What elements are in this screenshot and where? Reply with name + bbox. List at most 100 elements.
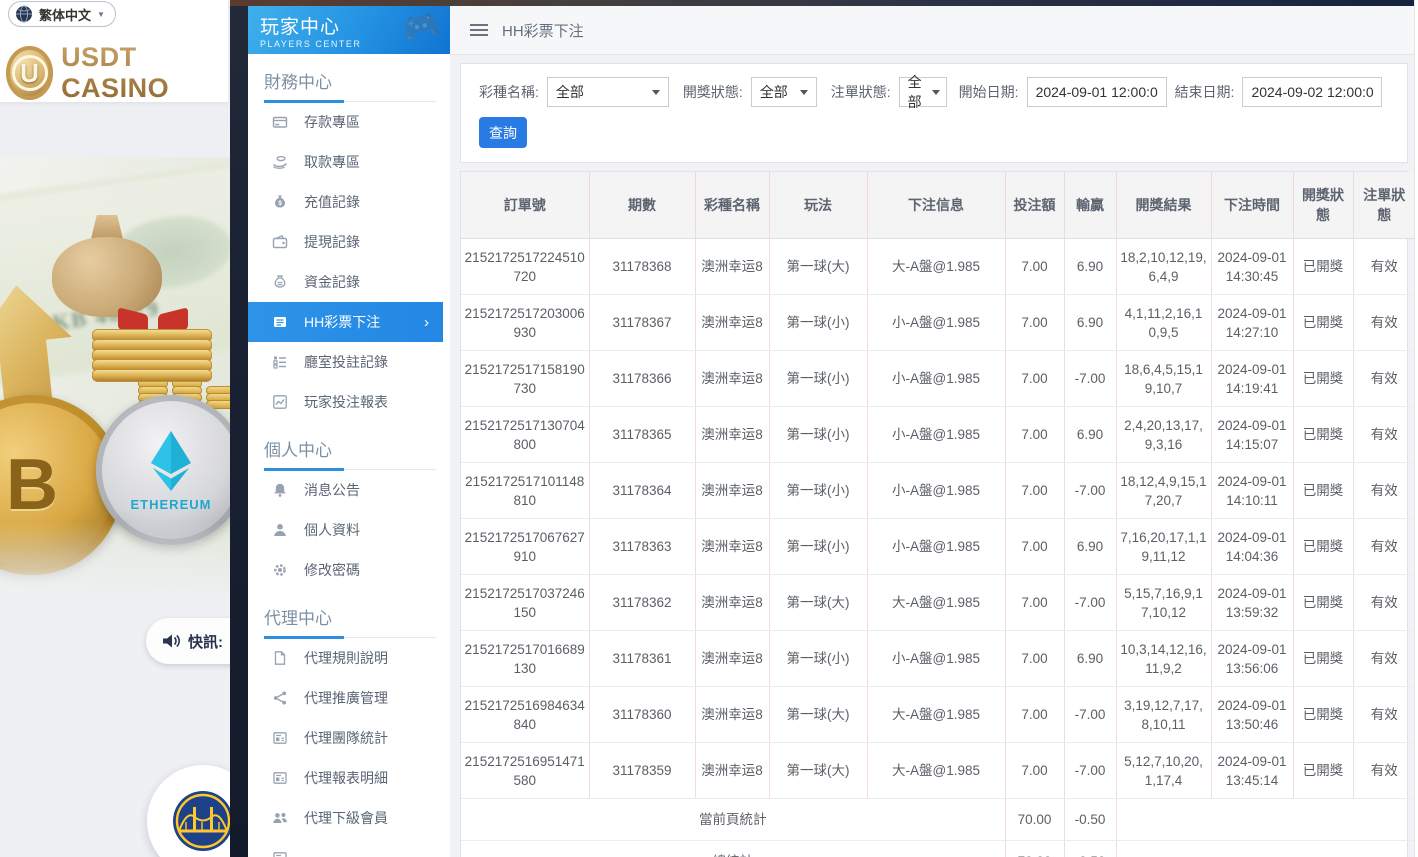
promo-photo: KB 46279 B ETHEREUM: [0, 157, 230, 612]
cell-play-type: 第一球(大): [769, 574, 868, 631]
cell-draw-result: 18,12,4,9,15,17,20,7: [1116, 462, 1212, 519]
room-bet-record-icon: [272, 354, 288, 370]
cell-order-status: 有效: [1353, 462, 1415, 519]
end-date-input[interactable]: [1242, 77, 1383, 107]
cell-order-status: 有效: [1353, 518, 1415, 575]
table-row: 2152172517224510720 31178368 澳洲幸运8 第一球(大) 大-…: [461, 238, 1415, 295]
column-header-order-status: 注單狀態: [1353, 172, 1415, 239]
cell-lottery-name: 澳洲幸运8: [695, 350, 770, 407]
cell-draw-result: 7,16,20,17,1,19,11,12: [1116, 518, 1212, 575]
cell-order-no: 2152172517158190730: [461, 350, 590, 407]
news-ticker[interactable]: 快訊:: [146, 618, 230, 664]
cell-draw-status: 已開獎: [1293, 350, 1354, 407]
sidebar-item-document[interactable]: 代理規則說明›: [248, 638, 450, 678]
sidebar-item-deposit-card[interactable]: 存款專區›: [248, 102, 450, 142]
cell-play-type: 第一球(小): [769, 630, 868, 687]
recharge-bag-icon: $: [272, 194, 288, 210]
cell-bet-amount: 7.00: [1005, 686, 1065, 743]
cell-win-loss: 6.90: [1064, 406, 1117, 463]
cell-win-loss: -7.00: [1064, 350, 1117, 407]
cell-win-loss: 6.90: [1064, 294, 1117, 351]
cell-bet-time: 2024-09-01 14:27:10: [1211, 294, 1294, 351]
globe-icon: [15, 5, 33, 23]
cell-bet-amount: 7.00: [1005, 462, 1065, 519]
sidebar-item-share[interactable]: 代理推廣管理›: [248, 678, 450, 718]
sidebar-item-report-detail[interactable]: 代理報表明細›: [248, 758, 450, 798]
cell-bet-time: 2024-09-01 14:15:07: [1211, 406, 1294, 463]
sidebar-item-bell[interactable]: 消息公告›: [248, 470, 450, 510]
cell-order-status: 有效: [1353, 574, 1415, 631]
left-promo-panel: 繁体中文 ▼ U USDT CASINO KB 46279: [0, 0, 230, 857]
summary-row: 總統計70.00-0.50: [461, 840, 1415, 857]
document-icon: [272, 650, 288, 666]
lottery-select[interactable]: 全部: [546, 77, 669, 107]
cell-period: 31178365: [589, 406, 696, 463]
cell-draw-status: 已開獎: [1293, 462, 1354, 519]
cell-bet-time: 2024-09-01 14:10:11: [1211, 462, 1294, 519]
cell-order-status: 有效: [1353, 686, 1415, 743]
sidebar-item-player-report[interactable]: 玩家投注報表›: [248, 382, 450, 422]
menu-toggle-icon[interactable]: [470, 21, 488, 39]
draw-status-select[interactable]: 全部: [750, 77, 817, 107]
app-root: 繁体中文 ▼ U USDT CASINO KB 46279: [0, 0, 1418, 857]
cell-order-no: 2152172516951471580: [461, 742, 590, 799]
cell-bet-time: 2024-09-01 13:56:06: [1211, 630, 1294, 687]
withdraw-hand-icon: [272, 154, 288, 170]
cell-play-type: 第一球(小): [769, 462, 868, 519]
sidebar-item-funds-record[interactable]: 資金記錄›: [248, 262, 450, 302]
gear-icon: [272, 562, 288, 578]
chat-widget[interactable]: [147, 765, 230, 857]
sidebar-item-withdraw-hand[interactable]: 取款專區›: [248, 142, 450, 182]
table-row: 2152172516984634840 31178360 澳洲幸运8 第一球(大) 大-…: [461, 686, 1415, 743]
sidebar-item-recharge-bag[interactable]: $充值記錄›: [248, 182, 450, 222]
sidebar-item-label: 充值記錄: [304, 194, 360, 210]
sidebar-item-members[interactable]: 代理下級會員›: [248, 798, 450, 838]
cell-bet-time: 2024-09-01 13:50:46: [1211, 686, 1294, 743]
cell-order-no: 2152172517203006930: [461, 294, 590, 351]
cell-draw-result: 5,12,7,10,20,1,17,4: [1116, 742, 1212, 799]
cell-bet-info: 小-A盤@1.985: [867, 350, 1006, 407]
chevron-down-icon: [799, 89, 808, 95]
cell-order-no: 2152172517016689130: [461, 630, 590, 687]
members-icon: [272, 810, 288, 826]
table-row: 2152172517203006930 31178367 澳洲幸运8 第一球(小) 小-…: [461, 294, 1415, 351]
sidebar-item-withdraw-record[interactable]: 提現記錄›: [248, 222, 450, 262]
order-status-select[interactable]: 全部: [898, 74, 947, 110]
divider-strip: [0, 104, 228, 157]
sidebar-item-user[interactable]: 個人資料›: [248, 510, 450, 550]
cell-bet-info: 大-A盤@1.985: [867, 686, 1006, 743]
cell-bet-info: 小-A盤@1.985: [867, 462, 1006, 519]
gamepad-icon: 🎮: [399, 7, 444, 48]
search-button[interactable]: 查詢: [479, 117, 527, 148]
sidebar-section-title: 代理中心: [264, 604, 436, 639]
cell-order-no: 2152172517101148810: [461, 462, 590, 519]
lottery-bet-icon: [272, 314, 288, 330]
cell-win-loss: -7.00: [1064, 686, 1117, 743]
cell-win-loss: -7.00: [1064, 574, 1117, 631]
cell-lottery-name: 澳洲幸运8: [695, 574, 770, 631]
cell-bet-info: 小-A盤@1.985: [867, 630, 1006, 687]
page-scrollbar[interactable]: [1414, 0, 1418, 857]
sidebar-item-label: 取款專區: [304, 154, 360, 170]
sidebar-item-label: 消息公告: [304, 482, 360, 498]
sidebar-item-gear[interactable]: 修改密碼›: [248, 550, 450, 590]
sidebar-item-label: 存款專區: [304, 114, 360, 130]
start-date-input[interactable]: [1026, 77, 1167, 107]
column-header-lottery-name: 彩種名稱: [695, 172, 770, 239]
sidebar-item-room-bet-record[interactable]: 廳室投註記錄›: [248, 342, 450, 382]
column-header-draw-status: 開獎狀態: [1293, 172, 1354, 239]
sidebar-item-label: 廳室投註記錄: [304, 354, 388, 370]
cell-order-status: 有效: [1353, 406, 1415, 463]
cell-lottery-name: 澳洲幸运8: [695, 518, 770, 575]
summary-win-loss: -0.50: [1064, 798, 1117, 841]
sidebar-item-lottery-bet[interactable]: HH彩票下注 ›: [248, 302, 443, 342]
coin-stack-image: [92, 329, 212, 382]
language-selector[interactable]: 繁体中文 ▼: [8, 1, 116, 27]
sidebar-item-label: 修改密碼: [304, 562, 360, 578]
cell-play-type: 第一球(大): [769, 238, 868, 295]
cell-bet-time: 2024-09-01 13:59:32: [1211, 574, 1294, 631]
user-icon: [272, 522, 288, 538]
sidebar-item-report-detail[interactable]: ›: [248, 838, 450, 857]
sidebar-item-team-stats[interactable]: 代理團隊統計›: [248, 718, 450, 758]
column-header-win-loss: 輸贏: [1064, 172, 1117, 239]
